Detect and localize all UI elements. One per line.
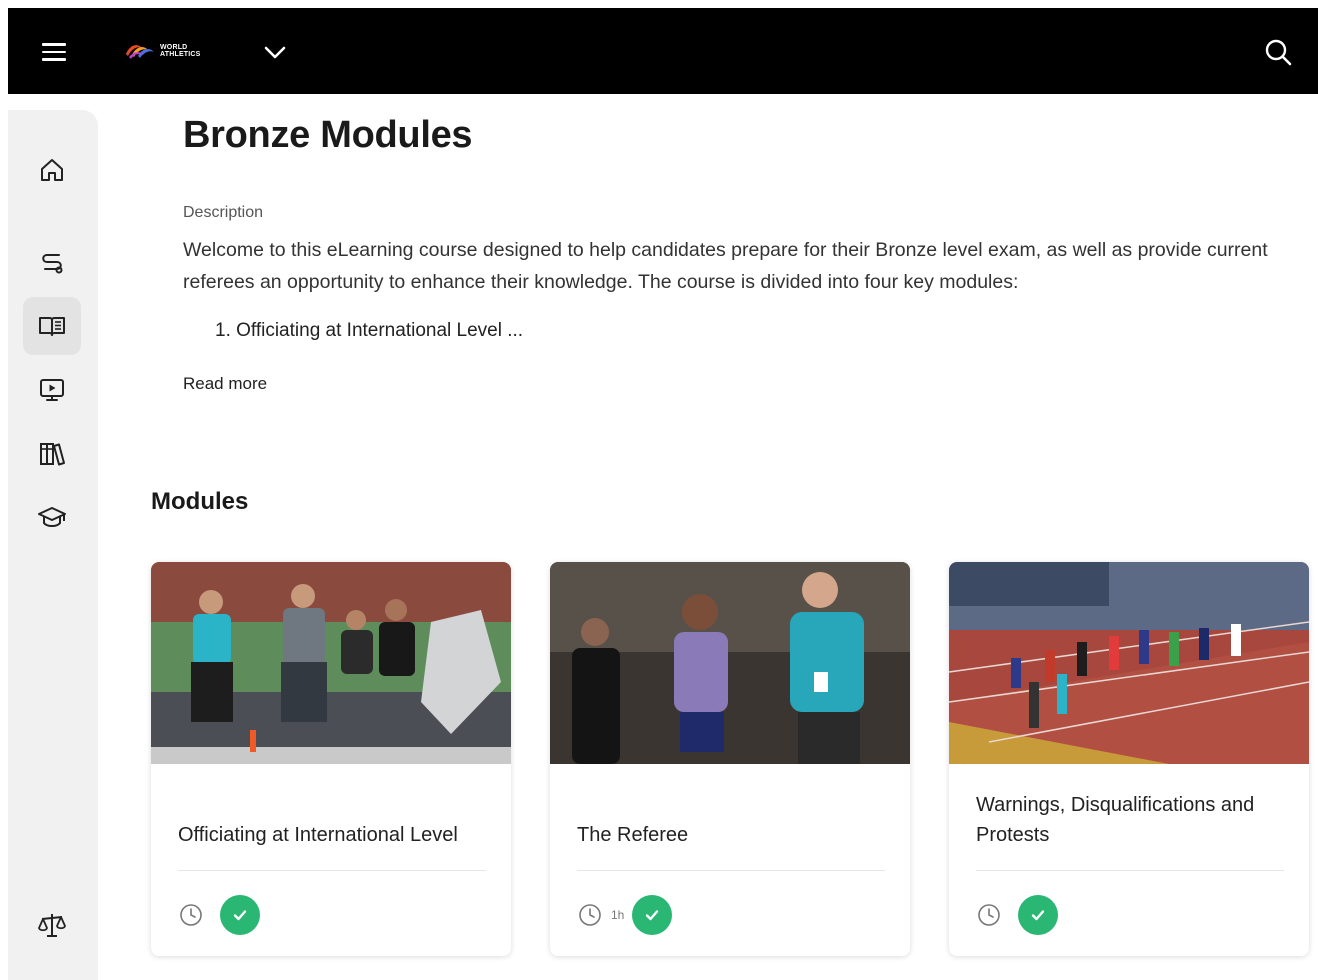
page-title: Bronze Modules <box>183 114 473 156</box>
sidebar-item-rules[interactable] <box>23 896 81 954</box>
module-thumbnail <box>151 562 511 764</box>
graduation-cap-icon <box>38 507 66 527</box>
module-thumbnail <box>949 562 1309 764</box>
completed-check-icon <box>220 895 260 935</box>
sidebar-item-education[interactable] <box>23 489 81 547</box>
modules-heading: Modules <box>151 488 249 515</box>
search-icon[interactable] <box>1262 36 1294 68</box>
video-screen-icon <box>40 379 64 401</box>
module-meta: 1h <box>577 895 673 935</box>
scales-icon <box>38 914 66 937</box>
chevron-down-icon[interactable] <box>260 39 290 65</box>
read-more-link[interactable]: Read more <box>183 374 267 394</box>
divider <box>976 870 1284 871</box>
hamburger-menu-icon[interactable] <box>38 39 70 65</box>
sidebar-item-home[interactable] <box>23 141 81 199</box>
sidebar-item-learning-paths[interactable] <box>23 234 81 292</box>
completed-check-icon <box>632 895 673 935</box>
world-athletics-logo[interactable]: WORLD ATHLETICS <box>124 38 214 64</box>
home-icon <box>41 159 63 181</box>
module-card[interactable]: Warnings, Disqualifications and Protests <box>949 562 1309 956</box>
module-card[interactable]: The Referee 1h <box>550 562 910 956</box>
clock-icon <box>579 904 601 926</box>
completed-check-icon <box>1018 895 1058 935</box>
divider <box>178 870 486 871</box>
module-meta <box>178 895 260 935</box>
book-icon <box>39 317 65 336</box>
sidebar-item-courses[interactable] <box>23 297 81 355</box>
module-title: Warnings, Disqualifications and Protests <box>976 794 1255 846</box>
module-title: Officiating at International Level <box>178 824 458 846</box>
sidebar <box>8 110 98 980</box>
sidebar-item-library[interactable] <box>23 425 81 483</box>
description-text: Welcome to this eLearning course designe… <box>183 239 1268 293</box>
logo-mark-icon <box>126 45 154 59</box>
sidebar-item-videos[interactable] <box>23 361 81 419</box>
route-icon <box>42 254 63 274</box>
clock-icon <box>978 904 1000 926</box>
logo-text-line1: WORLD <box>160 44 188 51</box>
books-icon <box>40 443 65 466</box>
divider <box>577 870 885 871</box>
module-thumbnail <box>550 562 910 764</box>
logo-text-line2: ATHLETICS <box>160 51 201 58</box>
description-list-item: 1. Officiating at International Level ..… <box>215 320 524 341</box>
module-card[interactable]: Officiating at International Level <box>151 562 511 956</box>
module-title: The Referee <box>577 824 689 846</box>
module-duration: 1h <box>611 908 625 922</box>
module-meta <box>976 895 1058 935</box>
top-navigation-bar: WORLD ATHLETICS <box>8 8 1318 94</box>
clock-icon <box>180 904 202 926</box>
description-label: Description <box>183 204 264 221</box>
